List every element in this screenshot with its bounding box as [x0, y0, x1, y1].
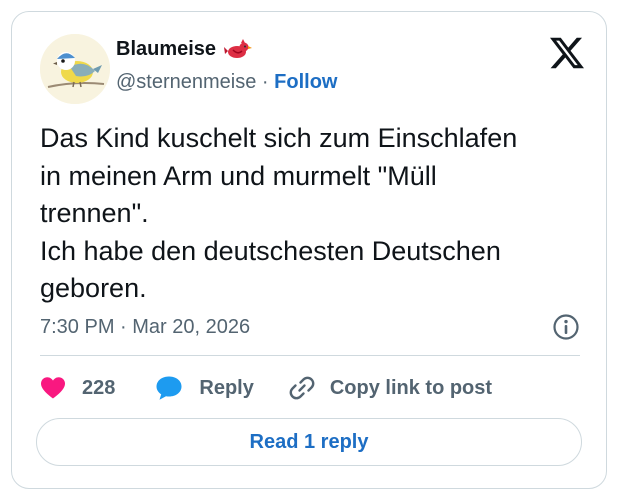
red-bird-icon [224, 38, 253, 58]
copy-link-label: Copy link to post [329, 376, 493, 399]
read-replies-label: Read 1 reply [249, 430, 369, 453]
author-handle[interactable]: @sternenmeise [116, 71, 256, 93]
reply-button[interactable]: Reply [155, 375, 254, 401]
tweet-timestamp[interactable]: 7:30 PM · Mar 20, 2026 [40, 316, 250, 339]
reply-label: Reply [199, 376, 254, 399]
tweet-text: Das Kind kuschelt sich zum Einschlafen i… [40, 123, 518, 303]
follow-button[interactable]: Follow [274, 71, 337, 93]
like-button[interactable]: 228 [40, 376, 115, 400]
blue-tit-bird-icon [40, 34, 110, 104]
tweet-card: Blaumeise @sternenmeise · Follow Das Kin… [11, 11, 607, 489]
author-name-row: Blaumeise [116, 38, 253, 61]
handle-separator: · [256, 71, 275, 93]
link-icon [289, 376, 315, 400]
divider [40, 355, 580, 356]
avatar[interactable] [40, 34, 110, 104]
like-count: 228 [82, 376, 116, 399]
speech-bubble-icon [156, 376, 182, 400]
x-logo-icon[interactable] [550, 36, 584, 70]
copy-link-button[interactable]: Copy link to post [288, 374, 492, 402]
read-replies-button[interactable]: Read 1 reply [36, 418, 582, 466]
author-name[interactable]: Blaumeise [116, 38, 216, 61]
heart-icon [41, 377, 65, 399]
info-icon[interactable] [552, 313, 580, 341]
action-bar: 228 Reply Copy link to post [40, 373, 492, 403]
author-handle-row: @sternenmeise · Follow [116, 71, 337, 94]
